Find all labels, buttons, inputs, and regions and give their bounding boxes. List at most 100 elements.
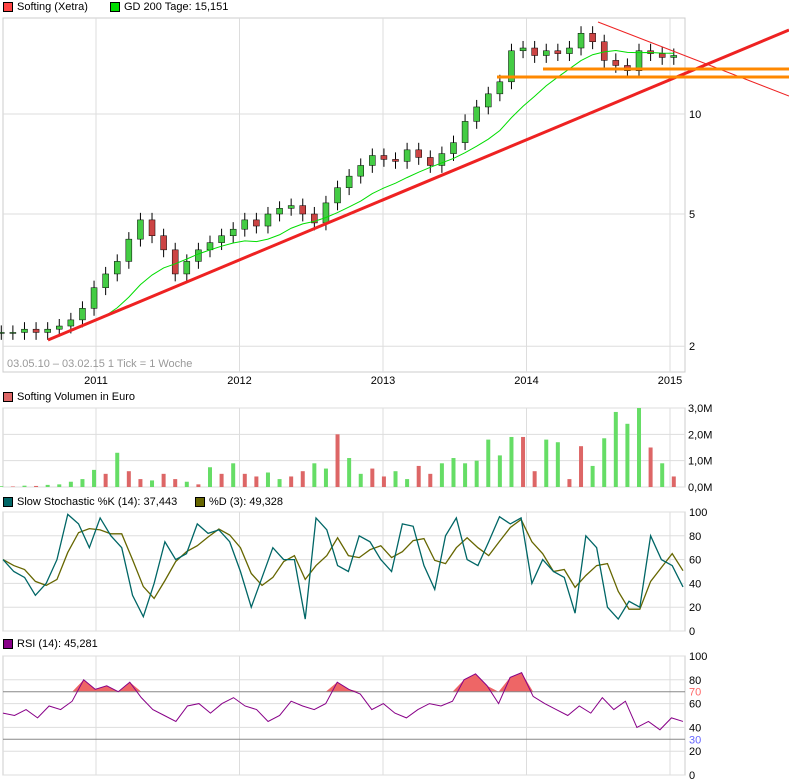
legend-stoch-k: Slow Stochastic %K (14): 37,443: [3, 496, 177, 508]
x-tick-label: 2013: [371, 375, 395, 387]
volume-bar: [405, 479, 410, 487]
candle-body: [392, 159, 399, 162]
volume-bar: [34, 485, 39, 487]
y-tick-label: 80: [689, 675, 701, 687]
volume-bar: [486, 439, 491, 487]
volume-bar: [463, 463, 468, 487]
candle-body: [0, 332, 5, 334]
volume-bar: [219, 473, 224, 487]
volume-bar: [347, 458, 352, 487]
volume-bar: [103, 473, 108, 487]
volume-bar: [45, 484, 50, 487]
legend-swatch: [3, 497, 13, 507]
legend-stoch-d: %D (3): 49,328: [195, 496, 283, 508]
candle-body: [473, 106, 480, 122]
y-tick-label: 0,0M: [688, 482, 712, 494]
stochastic-panel: [2, 511, 686, 632]
legend-swatch: [110, 2, 120, 12]
legend-label: Softing (Xetra): [17, 1, 88, 13]
candle-body: [287, 205, 295, 209]
candle-body: [160, 235, 167, 251]
volume-bar: [381, 476, 386, 487]
x-tick-label: 2011: [84, 375, 108, 387]
volume-bar: [660, 463, 665, 487]
range-info: 03.05.10 – 03.02.15 1 Tick = 1 Woche: [7, 358, 193, 370]
volume-bar: [579, 446, 584, 487]
x-tick-label: 2012: [227, 375, 251, 387]
volume-bar: [555, 442, 560, 487]
rsi-level-label: 70: [689, 687, 701, 699]
candle-body: [589, 33, 596, 43]
candle-body: [415, 149, 422, 158]
volume-bar: [196, 484, 201, 487]
volume-bar: [370, 468, 375, 487]
y-tick-label: 5: [689, 209, 695, 221]
volume-bar: [602, 438, 607, 487]
candle-body: [334, 187, 341, 204]
legend-swatch: [3, 639, 13, 649]
y-tick-label: 100: [689, 651, 707, 663]
candle-body: [90, 287, 98, 309]
volume-bar: [126, 471, 131, 487]
volume-bar: [173, 479, 178, 487]
legend-ma: GD 200 Tage: 15,151: [110, 1, 228, 13]
candle-body: [113, 261, 121, 275]
legend-swatch: [3, 2, 13, 12]
candle-body: [427, 157, 434, 166]
candle-body: [56, 325, 63, 330]
candle-body: [600, 41, 608, 61]
candle-body: [9, 332, 17, 334]
volume-bar: [184, 481, 189, 487]
volume-bar: [242, 473, 247, 487]
candle-body: [44, 328, 51, 333]
candle-body: [380, 155, 388, 160]
y-tick-label: 20: [689, 746, 701, 758]
candle-body: [299, 205, 307, 215]
y-tick-label: 0: [689, 626, 695, 638]
y-tick-label: 0: [689, 770, 695, 782]
candle-body: [276, 208, 283, 215]
y-tick-label: 60: [689, 555, 701, 567]
legend-label: Slow Stochastic %K (14): 37,443: [17, 496, 178, 508]
legend-label: Softing Volumen in Euro: [17, 391, 136, 403]
volume-bar: [474, 460, 479, 487]
candle-body: [461, 121, 469, 143]
price-panel: [2, 17, 686, 373]
candle-body: [229, 228, 237, 237]
volume-bar: [393, 471, 398, 487]
volume-bar: [150, 480, 155, 487]
volume-bar: [590, 465, 595, 487]
volume-bar: [92, 469, 97, 487]
candle-body: [542, 50, 550, 56]
volume-bar: [312, 463, 317, 487]
candle-body: [519, 47, 527, 52]
candle-body: [125, 238, 133, 262]
volume-bar: [138, 479, 143, 487]
volume-bar: [300, 471, 305, 487]
rsi-panel: [2, 655, 686, 776]
volume-bar: [68, 481, 73, 487]
volume-bar: [671, 476, 676, 487]
candle-body: [148, 219, 156, 237]
volume-bar: [521, 436, 526, 487]
y-tick-label: 2,0M: [688, 429, 712, 441]
y-tick-label: 60: [689, 699, 701, 711]
volume-bar: [289, 476, 294, 487]
candle-body: [345, 175, 353, 188]
volume-bar: [532, 471, 537, 487]
volume-bar: [358, 473, 363, 487]
candle-body: [253, 219, 260, 227]
legend-rsi: RSI (14): 45,281: [3, 638, 98, 650]
volume-bar: [22, 485, 27, 487]
volume-bar: [451, 458, 456, 487]
candle-body: [79, 308, 86, 321]
volume-bar: [428, 473, 433, 487]
volume-bar: [335, 434, 340, 487]
candle-body: [496, 81, 504, 95]
candle-body: [322, 202, 330, 224]
y-tick-label: 40: [689, 722, 701, 734]
y-tick-label: 1,0M: [688, 456, 712, 468]
stock-chart: 2 5 10 2011 2012 2013 2014 2015 0,0M 1,0M 2,0M 3,0M…: [0, 0, 789, 784]
volume-bar: [0, 486, 4, 487]
candle-body: [612, 60, 620, 66]
